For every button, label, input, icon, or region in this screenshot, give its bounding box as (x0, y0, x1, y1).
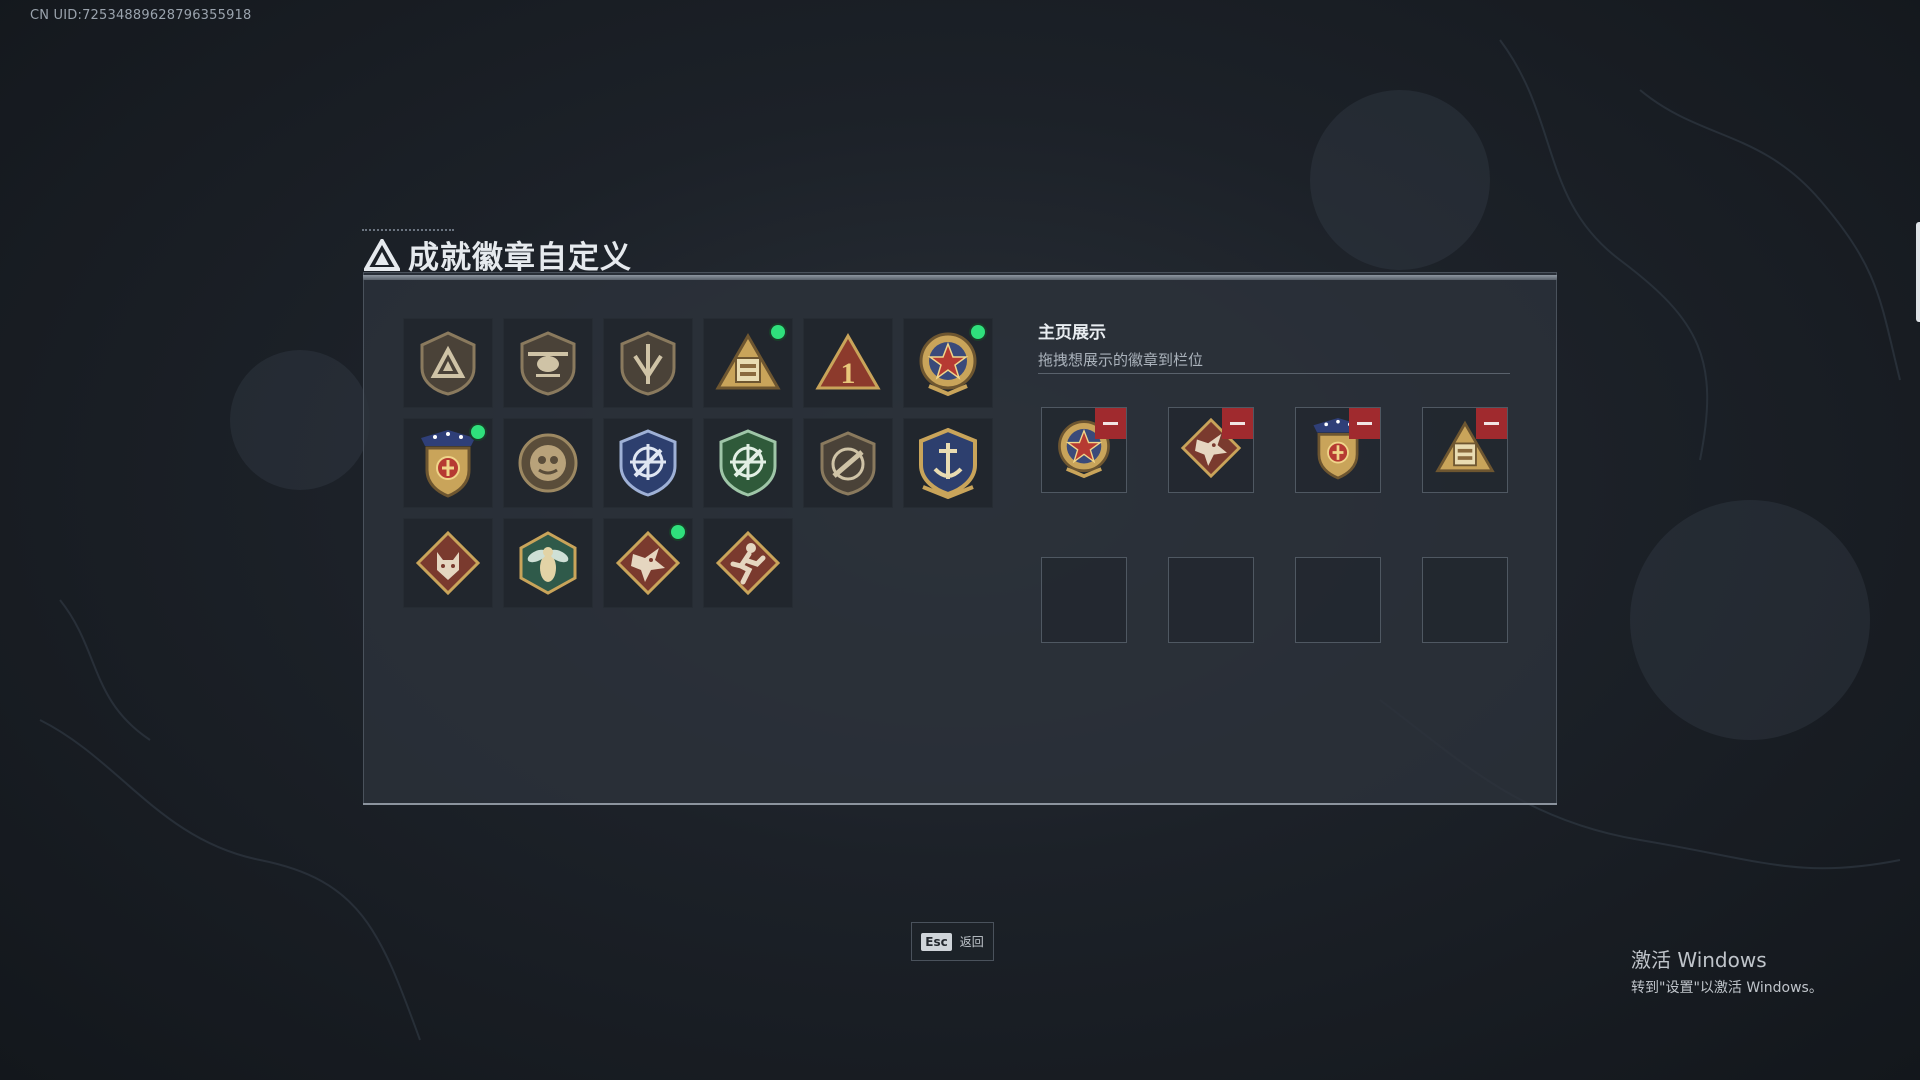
new-indicator (971, 325, 985, 339)
badge-slot[interactable] (403, 518, 493, 608)
badge-slot[interactable] (903, 418, 993, 508)
back-label: 返回 (959, 935, 984, 949)
minus-icon (1484, 422, 1499, 425)
minus-icon (1103, 422, 1118, 425)
new-indicator (771, 325, 785, 339)
remove-badge-button[interactable] (1349, 408, 1380, 439)
badge-slot[interactable] (403, 418, 493, 508)
panel-top-bar (363, 275, 1557, 280)
showcase-title: 主页展示 (1038, 323, 1106, 343)
showcase-slots (1041, 407, 1508, 643)
empty-showcase-slot[interactable] (1422, 557, 1508, 643)
wolf-diamond-badge-icon (415, 530, 481, 596)
star-medal-badge-icon (915, 328, 981, 398)
badge-slot[interactable] (603, 318, 693, 408)
esc-key-hint: Esc (921, 932, 952, 951)
badge-collection: 1 (403, 318, 993, 608)
badge-slot[interactable] (603, 518, 693, 608)
runner-diamond-badge-icon (715, 530, 781, 596)
page-header: 成就徽章自定义 (364, 232, 632, 277)
emblem-round-badge-icon (517, 432, 579, 494)
activation-subtitle: 转到"设置"以激活 Windows。 (1631, 980, 1823, 996)
badge-slot[interactable] (703, 518, 793, 608)
badge-slot[interactable] (903, 318, 993, 408)
showcase-slot[interactable] (1168, 407, 1254, 493)
pyramid-crate-badge-icon (714, 332, 782, 394)
minus-icon (1230, 422, 1245, 425)
badge-slot[interactable] (603, 418, 693, 508)
side-edge-tab[interactable] (1916, 222, 1920, 322)
showcase-slot[interactable] (1041, 407, 1127, 493)
empty-showcase-slot[interactable] (1041, 557, 1127, 643)
new-indicator (671, 525, 685, 539)
dragon-diamond-badge-icon (615, 530, 681, 596)
badge-slot[interactable] (403, 318, 493, 408)
badge-number-label: 1 (841, 357, 856, 390)
player-uid: CN UID:725348896287963​55918 (30, 8, 252, 23)
stars-shield-medal-badge-icon (415, 426, 481, 500)
badge-slot[interactable] (503, 318, 593, 408)
number-one-triangle-badge-icon: 1 (814, 332, 882, 394)
badge-slot[interactable] (703, 318, 793, 408)
remove-badge-button[interactable] (1095, 408, 1126, 439)
badge-slot[interactable] (803, 418, 893, 508)
showcase-subtitle: 拖拽想展示的徽章到栏位 (1038, 351, 1204, 369)
arrow-shield-badge-icon (617, 330, 679, 396)
panel-bottom-bar (363, 803, 1557, 805)
anchor-gold-shield-badge-icon (915, 427, 981, 499)
empty-showcase-slot[interactable] (1295, 557, 1381, 643)
new-indicator (471, 425, 485, 439)
showcase-slot[interactable] (1295, 407, 1381, 493)
badge-slot[interactable] (503, 518, 593, 608)
empty-showcase-slot[interactable] (1168, 557, 1254, 643)
remove-badge-button[interactable] (1222, 408, 1253, 439)
rifle-shield-badge-icon (817, 430, 879, 496)
windows-activation-watermark: 激活 Windows 转到"设置"以激活 Windows。 (1631, 944, 1823, 997)
badge-slot[interactable] (703, 418, 793, 508)
helicopter-shield-badge-icon (516, 330, 580, 396)
shield-triangle-badge-icon (417, 330, 479, 396)
badge-slot[interactable]: 1 (803, 318, 893, 408)
remove-badge-button[interactable] (1476, 408, 1507, 439)
back-button[interactable]: Esc 返回 (911, 922, 994, 961)
badge-slot[interactable] (503, 418, 593, 508)
minus-icon (1357, 422, 1372, 425)
showcase-divider (1038, 373, 1510, 374)
page-title: 成就徽章自定义 (408, 240, 632, 276)
crosshair-green-shield-badge-icon (715, 428, 781, 498)
showcase-slot[interactable] (1422, 407, 1508, 493)
showcase-header: 主页展示 拖拽想展示的徽章到栏位 (1038, 318, 1203, 370)
activation-title: 激活 Windows (1631, 948, 1767, 972)
crosshair-blue-shield-badge-icon (615, 428, 681, 498)
wasp-hexagon-badge-icon (515, 530, 581, 596)
triangle-logo-icon (364, 238, 400, 271)
